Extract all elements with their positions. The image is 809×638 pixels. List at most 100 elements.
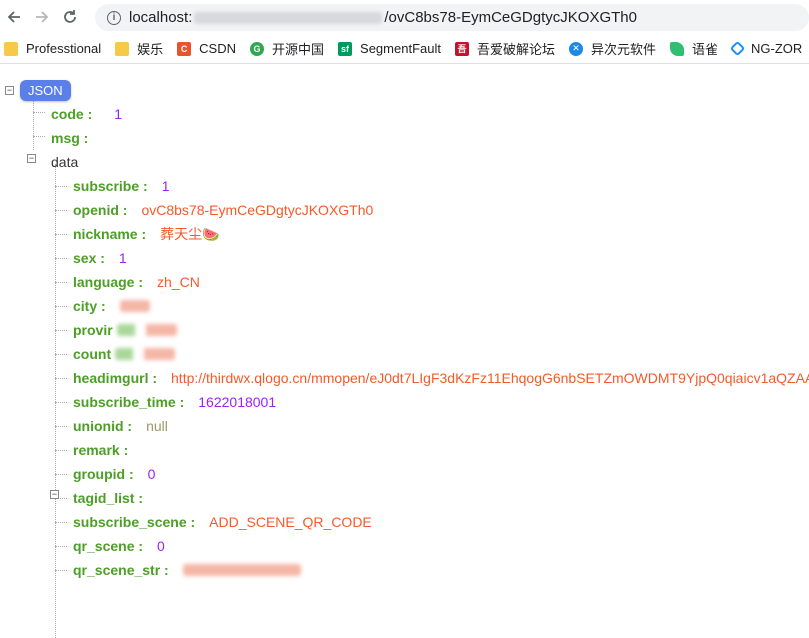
blurred-value [119,300,150,312]
tree-line [55,522,67,523]
json-key: tagid_list : [73,490,144,506]
json-value: 1 [118,250,127,266]
json-key: msg : [51,130,89,146]
json-key: code : [51,106,93,122]
tree-line [55,546,67,547]
collapse-tagid-toggle[interactable]: − [50,490,59,499]
collapse-root-toggle[interactable]: − [5,86,14,95]
bookmark-yule[interactable]: 娱乐 [115,39,163,58]
json-key: subscribe : [73,178,148,194]
json-key: groupid : [73,466,134,482]
tree-line [55,306,67,307]
tree-line [55,570,67,571]
bookmarks-bar: Professtional 娱乐 C CSDN G 开源中国 sf Segmen… [0,34,809,64]
json-tree: − JSON code : 1 msg : − data subscribe :… [0,64,809,638]
json-key: data [51,154,79,170]
json-key: nickname : [73,226,147,242]
bookmark-ng-zorro[interactable]: NG-ZOR [729,40,802,57]
json-field-row: provir [73,318,177,342]
tree-line [33,136,45,137]
tree-line [55,426,67,427]
bookmark-label: 吾爱破解论坛 [476,42,555,57]
json-field-msg: msg : [51,126,88,150]
root-node[interactable]: JSON [20,78,71,102]
json-field-row: language : zh_CN [73,270,200,294]
tree-line [55,234,67,235]
json-value: 葬天尘🍉 [160,226,220,242]
browser-toolbar: i localhost: /ovC8bs78-EymCeGDgtycJKOXGT… [0,0,809,34]
bookmark-label: SegmentFault [360,41,441,56]
blurred-value [182,564,301,576]
bookmark-segmentfault[interactable]: sf SegmentFault [338,41,441,56]
json-field-row: count [73,342,176,366]
bookmark-label: 娱乐 [137,42,164,57]
json-field-row: subscribe : 1 [73,174,170,198]
tree-line [55,450,67,451]
tree-line [55,354,67,355]
json-key: count [73,346,112,362]
reload-icon[interactable] [56,3,84,31]
json-root-badge[interactable]: JSON [20,79,71,101]
csdn-icon: C [177,41,192,56]
json-field-row: qr_scene_str : [73,558,301,582]
json-value: 1 [161,178,170,194]
tree-line [55,474,67,475]
address-bar[interactable]: i localhost: /ovC8bs78-EymCeGDgtycJKOXGT… [95,4,809,31]
site-info-icon[interactable]: i [107,10,121,25]
json-value: zh_CN [157,274,200,290]
json-value: http://thirdwx.qlogo.cn/mmopen/eJ0dt7LIg… [171,370,809,386]
json-field-row: qr_scene : 0 [73,534,165,558]
json-field-row: tagid_list : [73,486,143,510]
json-value: 1622018001 [198,394,277,410]
bookmark-oschina[interactable]: G 开源中国 [250,39,324,58]
bookmark-label: 语雀 [692,42,719,57]
json-key: language : [73,274,144,290]
collapse-data-toggle[interactable]: − [27,154,36,163]
json-value: 0 [147,466,156,482]
tree-line [55,186,67,187]
json-field-row: nickname : 葬天尘🍉 [73,222,220,246]
json-value: null [146,418,168,434]
folder-icon [115,41,130,56]
json-key: subscribe_time : [73,394,185,410]
json-value: 1 [114,106,123,122]
tree-line [55,210,67,211]
bookmark-csdn[interactable]: C CSDN [177,41,236,56]
json-field-row: groupid : 0 [73,462,155,486]
blurred-value [115,348,176,360]
52pojie-icon: 吾 [454,41,469,56]
json-field-row: openid : ovC8bs78-EymCeGDgtycJKOXGTh0 [73,198,373,222]
back-arrow-icon[interactable] [0,3,28,31]
bookmark-label: CSDN [199,41,237,56]
bookmark-52pojie[interactable]: 吾 吾爱破解论坛 [454,39,555,58]
segmentfault-icon: sf [338,41,353,56]
json-key: qr_scene_str : [73,562,169,578]
json-field-row: sex : 1 [73,246,127,270]
bookmark-iplaysoft[interactable]: ✕ 异次元软件 [568,39,656,58]
json-key: remark : [73,442,129,458]
bookmark-label: Professtional [26,41,102,56]
json-field-row: city : [73,294,150,318]
json-field-row: remark : [73,438,128,462]
forward-arrow-icon[interactable] [28,3,56,31]
json-field-code: code : 1 [51,102,122,126]
json-key: city : [73,298,106,314]
bookmark-professtional[interactable]: Professtional [4,41,101,56]
tree-line [55,164,56,638]
folder-icon [4,41,18,56]
json-key: openid : [73,202,128,218]
url-blurred-segment [194,11,383,24]
json-value: ADD_SCENE_QR_CODE [209,514,372,530]
tree-line [55,282,67,283]
json-field-row: headimgurl : http://thirdwx.qlogo.cn/mmop… [73,366,809,390]
url-host: localhost: [129,9,193,26]
ng-zorro-icon [729,40,746,57]
oschina-icon: G [250,41,265,56]
json-field-row: subscribe_time : 1622018001 [73,390,276,414]
tree-line [55,378,67,379]
bookmark-yuque[interactable]: 语雀 [670,39,718,58]
tree-line [55,258,67,259]
json-node-data[interactable]: data [51,150,78,174]
iplaysoft-icon: ✕ [568,41,583,56]
url-path: /ovC8bs78-EymCeGDgtycJKOXGTh0 [384,9,637,26]
